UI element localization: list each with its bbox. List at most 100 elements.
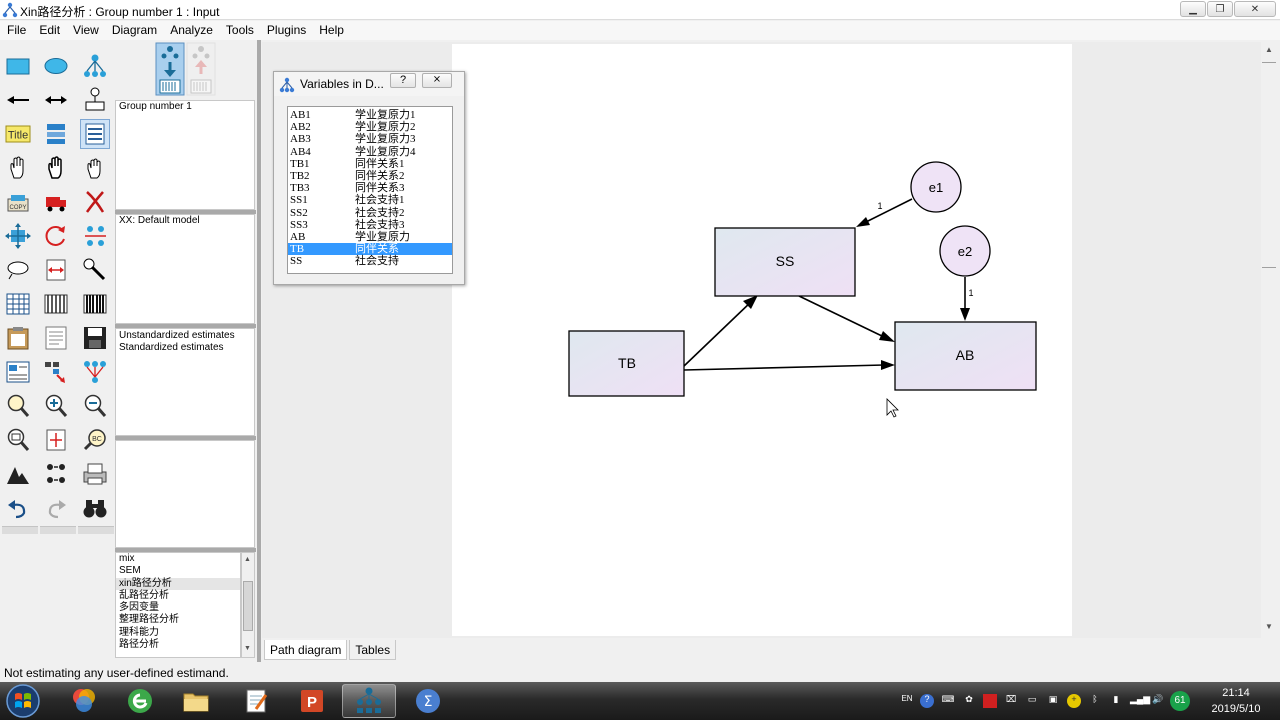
path-e1-to-ss[interactable] <box>856 198 913 227</box>
standardized-estimates-item[interactable]: Standardized estimates <box>116 342 254 354</box>
files-scrollbar[interactable]: ▲ ▼ <box>241 552 255 658</box>
print-button[interactable] <box>80 459 110 489</box>
erase-objects-button[interactable] <box>80 187 110 217</box>
help-tray-icon[interactable]: ? <box>920 694 934 708</box>
view-input-path-diagram-button[interactable] <box>155 42 185 96</box>
display-tray-icon[interactable]: ▭ <box>1025 694 1039 708</box>
taskbar-file-explorer[interactable] <box>169 684 223 718</box>
model-item[interactable]: XX: Default model <box>116 215 254 228</box>
scroll-down-icon[interactable]: ▼ <box>244 645 251 652</box>
calculate-estimates-button[interactable] <box>80 289 110 319</box>
variable-row[interactable]: AB2 学业复原力2 <box>288 121 452 133</box>
move-parameter-values-button[interactable] <box>3 255 33 285</box>
multiple-group-button[interactable] <box>41 459 71 489</box>
file-item[interactable]: 多因变量 <box>116 602 240 614</box>
observed-variable-ab[interactable]: AB <box>894 321 1037 391</box>
palette-grip[interactable] <box>40 526 76 534</box>
observed-variable-tb[interactable]: TB <box>568 330 685 397</box>
taskbar-amos-sigma[interactable]: Σ <box>401 684 455 718</box>
input-method-icon[interactable]: ⌨ <box>941 694 955 708</box>
preserve-symmetries-button[interactable] <box>80 357 110 387</box>
list-variables-in-dataset-button[interactable] <box>80 119 110 149</box>
file-item[interactable]: 乱路径分析 <box>116 590 240 602</box>
degrees-of-freedom-button[interactable] <box>3 459 33 489</box>
file-item[interactable]: mix <box>116 553 240 565</box>
duplicate-objects-button[interactable]: COPY <box>3 187 33 217</box>
menu-help[interactable]: Help <box>312 21 350 40</box>
zoom-out-button[interactable] <box>80 391 110 421</box>
file-item[interactable]: 整理路径分析 <box>116 614 240 626</box>
specification-search-button[interactable] <box>80 493 110 523</box>
minimize-button[interactable]: ▁ <box>1180 1 1206 17</box>
files-scroll-thumb[interactable] <box>243 581 253 631</box>
signal-icon[interactable]: ▂▄▆ <box>1130 694 1150 708</box>
taskbar-powerpoint[interactable]: P <box>285 684 339 718</box>
show-page-button[interactable] <box>3 425 33 455</box>
variable-row[interactable]: SS2 社会支持2 <box>288 207 452 219</box>
reflect-indicators-button[interactable] <box>80 221 110 251</box>
change-shape-button[interactable] <box>3 221 33 251</box>
dialog-help-button[interactable]: ? <box>390 73 416 88</box>
scroll-up-icon[interactable]: ▲ <box>1263 45 1275 59</box>
variable-row[interactable]: SS1 社会支持1 <box>288 194 452 206</box>
variable-row[interactable]: SS 社会支持 <box>288 255 452 267</box>
variable-row[interactable]: TB 同伴关系 <box>288 243 452 256</box>
palette-grip[interactable] <box>2 526 38 534</box>
menu-view[interactable]: View <box>66 21 105 40</box>
notification-badge[interactable]: 61 <box>1170 691 1190 711</box>
plus-tray-icon[interactable]: + <box>1067 694 1081 708</box>
magnify-button[interactable]: BC <box>80 425 110 455</box>
select-all-objects-button[interactable] <box>41 153 71 183</box>
menu-plugins[interactable]: Plugins <box>260 21 312 40</box>
close-button[interactable]: ✕ <box>1234 1 1276 17</box>
restore-button[interactable]: ❐ <box>1207 1 1233 17</box>
view-text-button[interactable] <box>41 323 71 353</box>
vertical-scrollbar[interactable]: ▲ ▼ <box>1261 42 1277 638</box>
file-item[interactable]: 路径分析 <box>116 639 240 651</box>
draw-observed-variable-button[interactable] <box>3 51 33 81</box>
error-variable-e2[interactable]: e2 <box>939 225 991 277</box>
observed-variable-ss[interactable]: SS <box>714 227 856 297</box>
resize-diagram-button[interactable] <box>41 425 71 455</box>
group-item[interactable]: Group number 1 <box>116 101 254 114</box>
deselect-all-objects-button[interactable] <box>80 153 110 183</box>
drag-properties-button[interactable] <box>41 357 71 387</box>
language-indicator[interactable]: EN <box>899 694 915 708</box>
variable-row[interactable]: AB4 学业复原力4 <box>288 146 452 158</box>
start-button[interactable] <box>3 683 43 719</box>
bluetooth-icon[interactable]: ᛒ <box>1088 694 1102 708</box>
variable-row[interactable]: TB1 同伴关系1 <box>288 158 452 170</box>
variable-row[interactable]: TB3 同伴关系3 <box>288 182 452 194</box>
move-objects-button[interactable] <box>41 187 71 217</box>
zoom-in-button[interactable] <box>41 391 71 421</box>
menu-file[interactable]: File <box>0 21 32 40</box>
network-tray-icon[interactable]: ▣ <box>1046 694 1060 708</box>
system-clock[interactable]: 21:14 2019/5/10 <box>1196 685 1276 717</box>
select-one-object-button[interactable] <box>3 153 33 183</box>
menu-diagram[interactable]: Diagram <box>105 21 163 40</box>
volume-icon[interactable]: 🔊 <box>1151 694 1165 708</box>
object-properties-button[interactable] <box>3 357 33 387</box>
tab-path-diagram[interactable]: Path diagram <box>264 640 348 660</box>
menu-analyze[interactable]: Analyze <box>163 21 219 40</box>
file-item[interactable]: SEM <box>116 565 240 577</box>
menu-tools[interactable]: Tools <box>219 21 260 40</box>
taskbar-app-multicolor[interactable] <box>57 684 111 718</box>
red-tray-icon[interactable] <box>983 694 997 708</box>
draw-unobserved-variable-button[interactable] <box>41 51 71 81</box>
list-variables-in-model-button[interactable] <box>41 119 71 149</box>
variable-row[interactable]: SS3 社会支持3 <box>288 219 452 231</box>
file-item-selected[interactable]: xin路径分析 <box>116 577 240 590</box>
error-variable-e1[interactable]: e1 <box>910 161 962 213</box>
figure-caption-button[interactable]: Title <box>3 119 33 149</box>
add-unique-variable-button[interactable] <box>80 85 110 115</box>
taskbar-notepad[interactable] <box>229 684 283 718</box>
variable-row[interactable]: AB 学业复原力 <box>288 231 452 243</box>
draw-latent-indicator-button[interactable] <box>80 51 110 81</box>
path-e2-to-ab[interactable] <box>960 277 970 321</box>
copy-to-clipboard-button[interactable] <box>3 323 33 353</box>
redo-button[interactable] <box>41 493 71 523</box>
taskbar-ie-browser[interactable] <box>113 684 167 718</box>
dialog-close-button[interactable]: ⨯ <box>422 73 452 88</box>
undo-button[interactable] <box>3 493 33 523</box>
